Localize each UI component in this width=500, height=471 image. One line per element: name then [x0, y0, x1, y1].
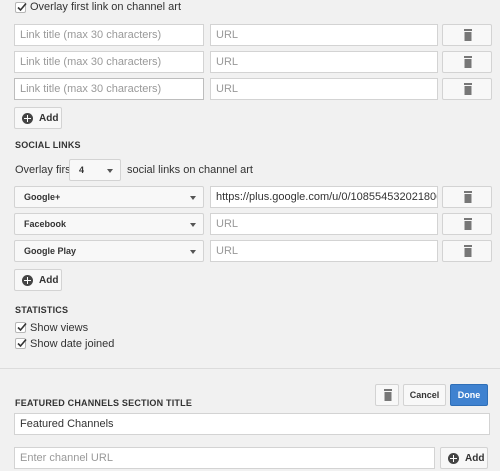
social-links-heading: SOCIAL LINKS	[15, 140, 81, 150]
chevron-down-icon	[107, 169, 113, 173]
social-url-input-2[interactable]: URL	[210, 213, 438, 235]
chevron-down-icon	[190, 250, 196, 254]
cancel-button[interactable]: Cancel	[403, 384, 446, 406]
overlay-first-suffix: social links on channel art	[127, 164, 253, 176]
delete-social-button-3[interactable]	[442, 240, 492, 262]
show-date-joined-label: Show date joined	[30, 338, 115, 350]
social-url-input-3[interactable]: URL	[210, 240, 438, 262]
add-channel-button[interactable]: Add	[440, 447, 488, 469]
trash-icon	[464, 83, 472, 95]
statistics-heading: STATISTICS	[15, 305, 69, 315]
trash-icon	[464, 191, 472, 203]
link-title-input-3[interactable]: Link title (max 30 characters)	[14, 78, 204, 100]
social-url-input-1[interactable]: https://plus.google.com/u/0/108554532021…	[210, 186, 438, 208]
link-url-input-2[interactable]: URL	[210, 51, 438, 73]
show-date-joined-checkbox[interactable]	[15, 338, 27, 349]
add-circle-icon	[22, 275, 33, 286]
overlay-first-link-label: Overlay first link on channel art	[30, 1, 182, 13]
featured-channels-heading: FEATURED CHANNELS SECTION TITLE	[15, 398, 193, 408]
social-platform-select-2[interactable]: Facebook	[14, 213, 204, 235]
delete-link-button-3[interactable]	[442, 78, 492, 100]
add-link-button[interactable]: Add	[14, 107, 62, 129]
trash-icon	[464, 29, 472, 41]
link-title-input-1[interactable]: Link title (max 30 characters)	[14, 24, 204, 46]
trash-icon	[464, 245, 472, 257]
link-title-input-2[interactable]: Link title (max 30 characters)	[14, 51, 204, 73]
add-circle-icon	[22, 113, 33, 124]
done-button[interactable]: Done	[450, 384, 488, 406]
featured-title-input[interactable]: Featured Channels	[14, 413, 490, 435]
overlay-count-select[interactable]: 4	[69, 159, 121, 181]
chevron-down-icon	[190, 196, 196, 200]
delete-social-button-1[interactable]	[442, 186, 492, 208]
show-views-checkbox[interactable]	[15, 322, 27, 333]
social-platform-select-1[interactable]: Google+	[14, 186, 204, 208]
delete-section-button[interactable]	[375, 384, 399, 406]
link-url-input-3[interactable]: URL	[210, 78, 438, 100]
overlay-first-prefix: Overlay first	[15, 164, 74, 176]
trash-icon	[464, 56, 472, 68]
show-views-label: Show views	[30, 322, 89, 334]
delete-link-button-2[interactable]	[442, 51, 492, 73]
delete-social-button-2[interactable]	[442, 213, 492, 235]
add-social-link-button[interactable]: Add	[14, 269, 62, 291]
add-circle-icon	[448, 453, 459, 464]
channel-url-input[interactable]: Enter channel URL	[14, 447, 435, 469]
chevron-down-icon	[190, 223, 196, 227]
social-platform-select-3[interactable]: Google Play	[14, 240, 204, 262]
trash-icon	[384, 389, 392, 401]
delete-link-button-1[interactable]	[442, 24, 492, 46]
trash-icon	[464, 218, 472, 230]
links-panel: Overlay first link on channel art Link t…	[0, 0, 500, 368]
overlay-first-link-checkbox[interactable]	[15, 2, 27, 13]
link-url-input-1[interactable]: URL	[210, 24, 438, 46]
